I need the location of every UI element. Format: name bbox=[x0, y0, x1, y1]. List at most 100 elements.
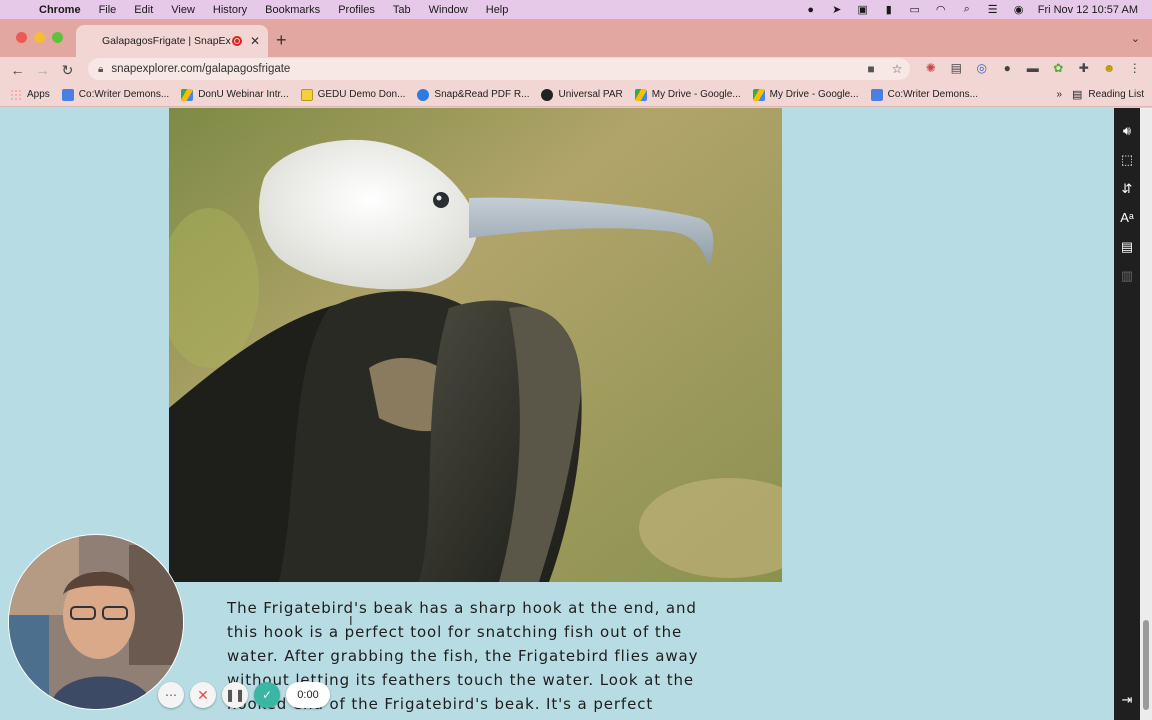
apps-grid-icon bbox=[10, 88, 22, 101]
extension-2-icon[interactable]: ▤ bbox=[944, 61, 970, 75]
bookmark-label: GEDU Demo Don... bbox=[317, 89, 406, 100]
bookmark-universal-par[interactable]: Universal PAR bbox=[535, 88, 628, 101]
extension-4-icon[interactable]: ● bbox=[995, 61, 1021, 75]
location-icon[interactable]: ➤ bbox=[824, 3, 850, 16]
more-options-icon[interactable]: ⋯ bbox=[158, 682, 184, 708]
control-center-icon[interactable]: ☰ bbox=[980, 3, 1006, 16]
dictionary-icon[interactable]: ▥ bbox=[1114, 261, 1140, 290]
selection-icon[interactable]: ⬚ bbox=[1114, 145, 1140, 174]
window-controls bbox=[16, 32, 63, 43]
menu-window[interactable]: Window bbox=[420, 4, 477, 16]
bookmark-donu-webinar[interactable]: DonU Webinar Intr... bbox=[175, 88, 294, 101]
bookmark-my-drive-1[interactable]: My Drive - Google... bbox=[629, 88, 747, 101]
drive-icon bbox=[634, 88, 647, 101]
bookmark-cowriter-2[interactable]: Co:Writer Demons... bbox=[865, 88, 984, 101]
extensions-area: ✺ ▤ ◎ ● ▬ ✿ ✚ ☻ ⋮ bbox=[918, 61, 1148, 75]
tab-close-icon[interactable]: ✕ bbox=[250, 34, 260, 48]
camera-icon[interactable]: ■ bbox=[858, 62, 884, 76]
drive-icon bbox=[181, 88, 194, 101]
text-cursor-icon: I bbox=[349, 613, 353, 628]
pause-icon[interactable]: ❚❚ bbox=[222, 682, 248, 708]
bookmark-my-drive-2[interactable]: My Drive - Google... bbox=[747, 88, 865, 101]
bookmark-label: DonU Webinar Intr... bbox=[198, 89, 289, 100]
recording-timer: 0:00 bbox=[286, 682, 330, 708]
menu-app-name[interactable]: Chrome bbox=[30, 4, 90, 16]
extensions-puzzle-icon[interactable]: ✚ bbox=[1071, 61, 1097, 75]
exit-icon[interactable]: ⇥ bbox=[1114, 692, 1140, 708]
minimize-window-icon[interactable] bbox=[34, 32, 45, 43]
menu-file[interactable]: File bbox=[90, 4, 126, 16]
audio-icon[interactable]: ▮ bbox=[876, 3, 902, 16]
reading-tools-sidebar: 🔊︎ ⬚ ⇵ Aᵃ ▤ ▥ ⇥ bbox=[1114, 108, 1140, 720]
menu-help[interactable]: Help bbox=[477, 4, 518, 16]
recorder-controls: ⋯ ✕ ❚❚ ✓ 0:00 bbox=[158, 682, 330, 708]
bookmark-label: Apps bbox=[27, 89, 50, 100]
back-icon[interactable]: ← bbox=[5, 62, 30, 78]
tab-galapagos-frigate[interactable]: GalapagosFrigate | SnapEx ✕ bbox=[76, 25, 268, 57]
tab-strip: GalapagosFrigate | SnapEx ✕ + ⌄ bbox=[0, 19, 1152, 57]
profile-avatar-icon[interactable]: ☻ bbox=[1097, 61, 1123, 75]
url-text[interactable]: snapexplorer.com/galapagosfrigate bbox=[111, 63, 858, 75]
zoom-window-icon[interactable] bbox=[52, 32, 63, 43]
bookmark-cowriter-1[interactable]: Co:Writer Demons... bbox=[56, 88, 175, 101]
status-area: ● ➤ ▣ ▮ ▭ ◠ ⌕ ☰ ◉ Fri Nov 12 10:57 AM bbox=[798, 0, 1152, 19]
wifi-icon[interactable]: ◠ bbox=[928, 3, 954, 16]
microphone-icon[interactable]: ● bbox=[798, 4, 824, 16]
page-scrollbar[interactable] bbox=[1140, 108, 1152, 720]
screenshot-icon[interactable]: ▣ bbox=[850, 3, 876, 16]
translate-icon[interactable]: ⇵ bbox=[1114, 174, 1140, 203]
bookmark-gedu-demo[interactable]: GEDU Demo Don... bbox=[295, 88, 412, 101]
address-bar[interactable]: 🔒︎ snapexplorer.com/galapagosfrigate ■ ☆ bbox=[88, 58, 910, 80]
macos-menu-bar: Chrome File Edit View History Bookmarks … bbox=[0, 0, 1152, 19]
cancel-recording-icon[interactable]: ✕ bbox=[190, 682, 216, 708]
bookmarks-bar: Apps Co:Writer Demons... DonU Webinar In… bbox=[0, 83, 1152, 107]
frigatebird-photo bbox=[169, 108, 782, 582]
bookmark-label: Snap&Read PDF R... bbox=[434, 89, 530, 100]
bookmarks-overflow-icon[interactable]: » bbox=[1046, 89, 1072, 100]
menu-view[interactable]: View bbox=[162, 4, 204, 16]
reading-list-icon: ▤ bbox=[1072, 89, 1083, 101]
extension-6-icon[interactable]: ✿ bbox=[1046, 61, 1072, 75]
bookmark-star-icon[interactable]: ☆ bbox=[884, 62, 910, 76]
bookmark-label: My Drive - Google... bbox=[651, 89, 741, 100]
bookmark-label: Co:Writer Demons... bbox=[78, 89, 170, 100]
menu-tab[interactable]: Tab bbox=[384, 4, 420, 16]
scrollbar-thumb[interactable] bbox=[1143, 620, 1149, 710]
bookmark-apps[interactable]: Apps bbox=[0, 88, 56, 101]
text-style-icon[interactable]: Aᵃ bbox=[1114, 203, 1140, 232]
bookmark-label: My Drive - Google... bbox=[769, 89, 859, 100]
reading-list-button[interactable]: ▤ Reading List bbox=[1072, 88, 1152, 101]
browser-toolbar: ← → ↻ 🔒︎ snapexplorer.com/galapagosfriga… bbox=[0, 57, 1152, 83]
drive-icon bbox=[752, 88, 765, 101]
reload-icon[interactable]: ↻ bbox=[55, 62, 80, 79]
mask-icon[interactable]: ▤ bbox=[1114, 232, 1140, 261]
menu-bookmarks[interactable]: Bookmarks bbox=[256, 4, 329, 16]
battery-icon[interactable]: ▭ bbox=[902, 3, 928, 16]
extension-1-icon[interactable]: ✺ bbox=[918, 61, 944, 75]
recording-icon bbox=[231, 36, 242, 46]
article-line: The Frigatebird's beak has a sharp hook … bbox=[227, 599, 697, 617]
tab-search-icon[interactable]: ⌄ bbox=[1131, 32, 1140, 45]
menu-clock[interactable]: Fri Nov 12 10:57 AM bbox=[1032, 4, 1152, 16]
finish-recording-icon[interactable]: ✓ bbox=[254, 682, 280, 708]
speaker-icon[interactable]: 🔊︎ bbox=[1114, 116, 1140, 145]
menu-edit[interactable]: Edit bbox=[125, 4, 162, 16]
github-icon bbox=[541, 88, 554, 101]
gedu-icon bbox=[300, 88, 313, 101]
menu-profiles[interactable]: Profiles bbox=[329, 4, 384, 16]
article-line: water. After grabbing the fish, the Frig… bbox=[227, 647, 699, 665]
new-tab-button[interactable]: + bbox=[276, 30, 287, 51]
extension-5-icon[interactable]: ▬ bbox=[1020, 61, 1046, 75]
lock-icon[interactable]: 🔒︎ bbox=[98, 64, 103, 75]
article-line: this hook is a perfect tool for snatchin… bbox=[227, 623, 683, 641]
bookmark-snapread-pdf[interactable]: Snap&Read PDF R... bbox=[411, 88, 535, 101]
reading-list-label: Reading List bbox=[1088, 89, 1144, 100]
user-icon[interactable]: ◉ bbox=[1006, 3, 1032, 16]
forward-icon[interactable]: → bbox=[30, 62, 55, 78]
extension-3-icon[interactable]: ◎ bbox=[969, 61, 995, 75]
snapread-icon bbox=[417, 88, 430, 101]
more-menu-icon[interactable]: ⋮ bbox=[1122, 61, 1148, 75]
close-window-icon[interactable] bbox=[16, 32, 27, 43]
menu-history[interactable]: History bbox=[204, 4, 256, 16]
search-icon[interactable]: ⌕ bbox=[954, 3, 980, 16]
